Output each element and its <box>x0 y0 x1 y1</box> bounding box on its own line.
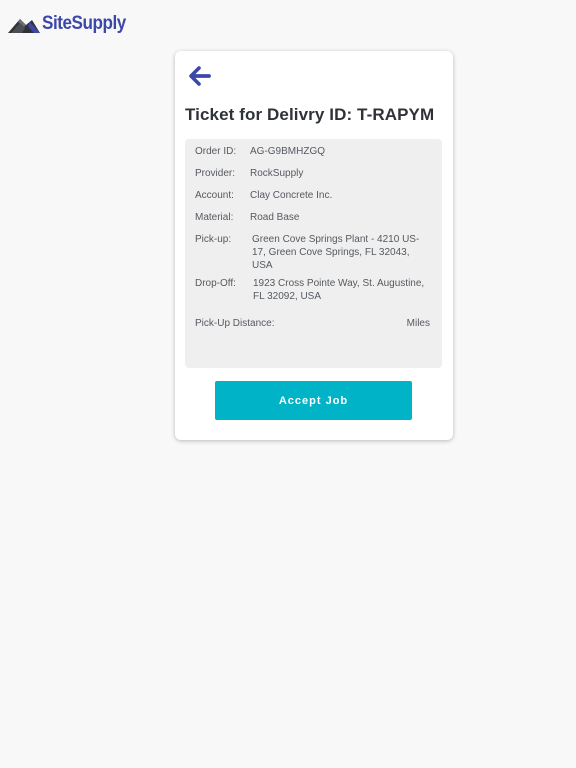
distance-value: Miles <box>406 318 430 329</box>
account-label: Account: <box>195 190 234 201</box>
provider-label: Provider: <box>195 168 236 179</box>
ticket-details-panel: Order ID: AG-G9BMHZGQ Provider: RockSupp… <box>185 139 442 368</box>
order-id-value: AG-G9BMHZGQ <box>250 146 326 157</box>
sitesupply-logo-icon[interactable] <box>8 13 40 35</box>
accept-job-button[interactable]: Accept Job <box>215 381 412 420</box>
pickup-label: Pick-up: <box>195 234 232 245</box>
provider-value: RockSupply <box>250 168 304 179</box>
pickup-address: Green Cove Springs Plant - 4210 US-17, G… <box>252 234 420 271</box>
app-header: SiteSupply <box>8 10 135 38</box>
distance-label: Pick-Up Distance: <box>195 318 275 329</box>
dropoff-address: 1923 Cross Pointe Way, St. Augustine, FL… <box>253 278 425 302</box>
account-value: Clay Concrete Inc. <box>250 190 333 201</box>
material-label: Material: <box>195 212 234 223</box>
order-id-label: Order ID: <box>195 146 237 157</box>
dropoff-label: Drop-Off: <box>195 278 236 289</box>
brand-name[interactable]: SiteSupply <box>42 13 126 35</box>
arrow-left-icon[interactable] <box>189 65 211 87</box>
ticket-card: Ticket for Delivry ID: T-RAPYM Order ID:… <box>175 51 453 440</box>
material-value: Road Base <box>250 212 300 223</box>
page-title: Ticket for Delivry ID: T-RAPYM <box>185 105 435 124</box>
